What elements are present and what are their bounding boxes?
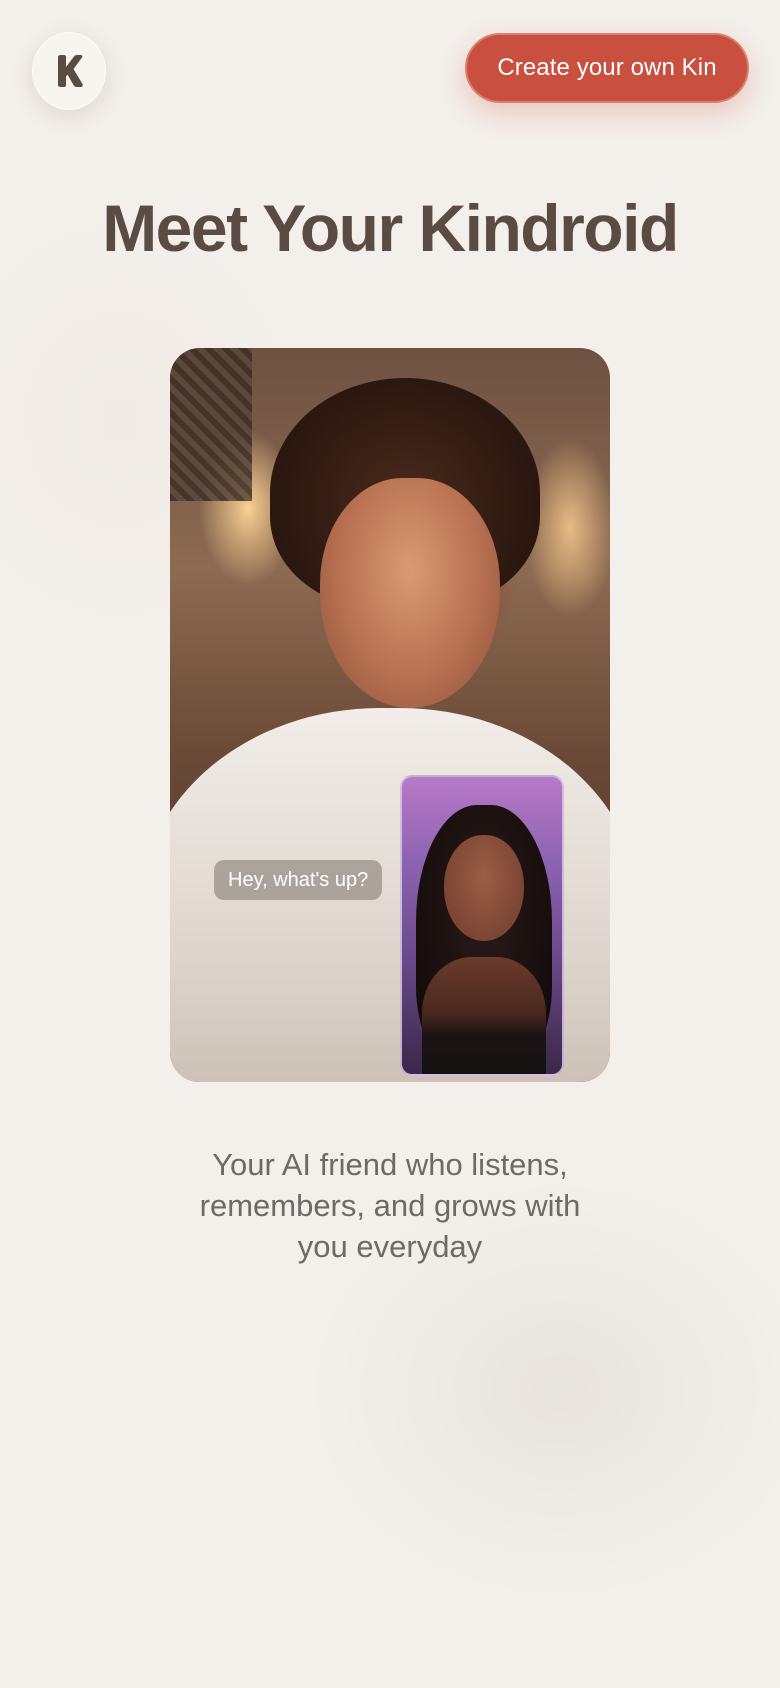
pip-video-body — [422, 957, 546, 1074]
page-title: Meet Your Kindroid — [102, 191, 679, 265]
video-call-preview: Hey, what's up? — [170, 348, 610, 1082]
create-kin-button[interactable]: Create your own Kin — [465, 33, 749, 103]
background-window — [170, 348, 252, 501]
tagline: Your AI friend who listens, remembers, a… — [199, 1147, 581, 1264]
pip-video-face — [444, 835, 524, 941]
pip-video — [400, 775, 564, 1076]
main-video-face — [320, 478, 500, 708]
chat-bubble: Hey, what's up? — [214, 860, 383, 900]
logo-button[interactable] — [32, 32, 106, 110]
kindroid-k-logo-icon — [58, 55, 83, 87]
